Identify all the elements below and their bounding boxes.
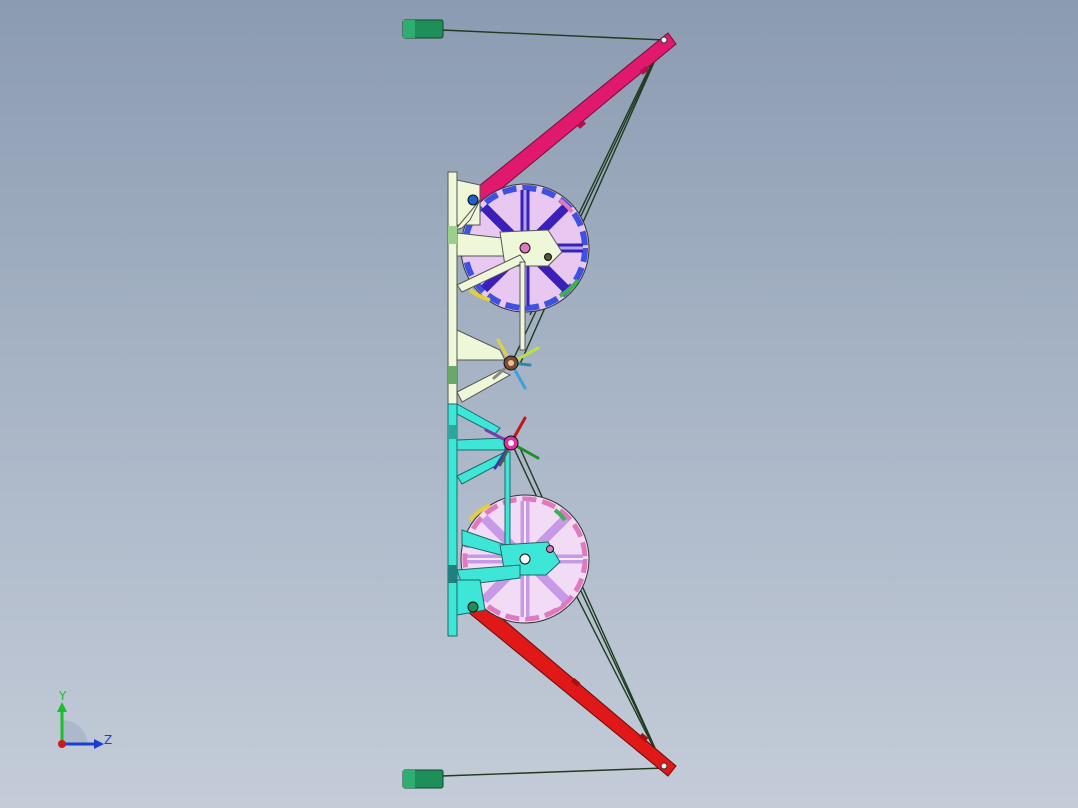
- upper-boom-pivot[interactable]: [467, 194, 479, 206]
- graphics-viewport[interactable]: Y Z: [0, 0, 1078, 808]
- triad-origin: [58, 740, 66, 748]
- bottom-cable: [441, 767, 665, 777]
- lower-frame-bracket: [448, 425, 457, 439]
- upper-frame-bracket: [448, 226, 457, 244]
- counterweight-bottom[interactable]: [402, 769, 444, 789]
- lower-wheel-pin: [546, 545, 554, 553]
- y-axis-label: Y: [58, 689, 67, 703]
- counterweight-top[interactable]: [402, 19, 444, 39]
- upper-wheel-pin: [544, 253, 552, 261]
- upper-frame-bracket-2: [448, 366, 457, 384]
- lower-frame-bracket-2: [448, 565, 457, 583]
- model-canvas[interactable]: [0, 0, 1078, 808]
- lower-boom-pivot[interactable]: [467, 601, 479, 613]
- upper-wheel-hub[interactable]: [519, 242, 531, 254]
- view-triad: Y Z: [57, 689, 112, 749]
- upper-boom[interactable]: [467, 32, 677, 209]
- top-cable: [441, 29, 665, 41]
- z-axis-arrowhead: [94, 739, 104, 749]
- y-axis-arrowhead: [57, 702, 67, 712]
- lower-boom[interactable]: [467, 597, 677, 777]
- triad-plane: [62, 719, 88, 744]
- lower-wheel-hub[interactable]: [519, 553, 531, 565]
- z-axis-label: Z: [104, 733, 112, 747]
